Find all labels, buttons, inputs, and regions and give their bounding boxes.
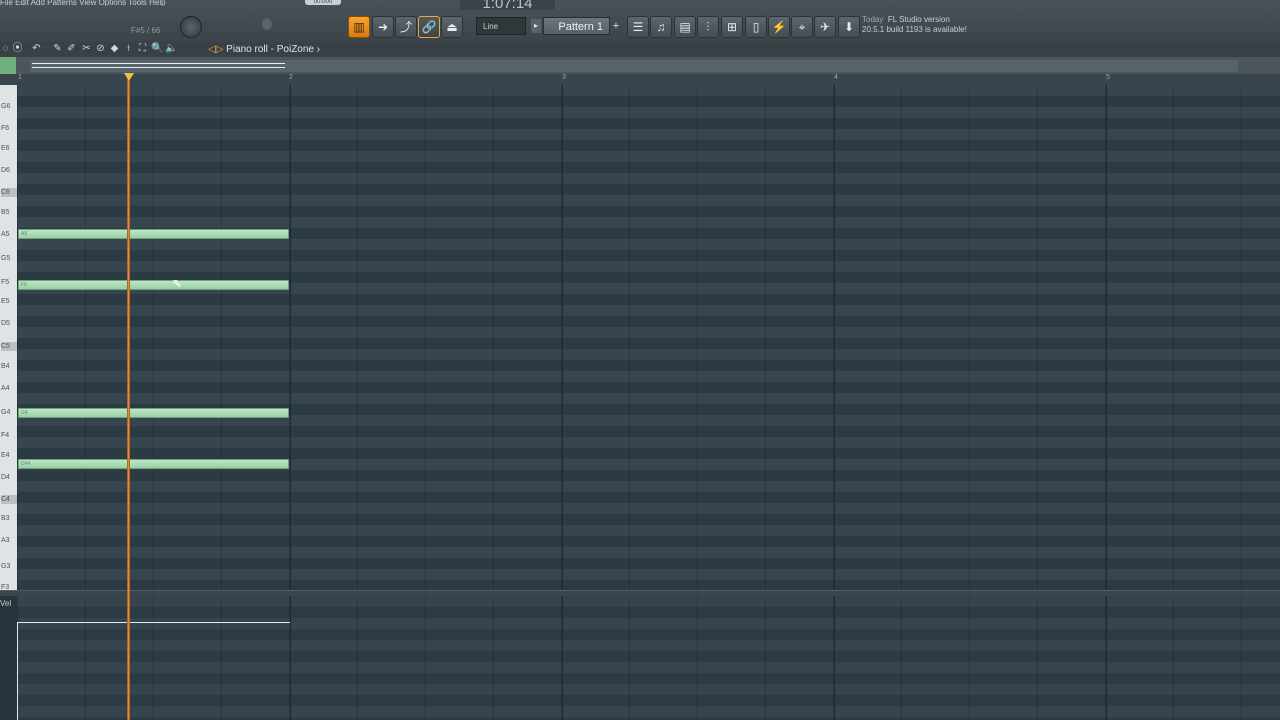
snap-selector[interactable]: Line	[476, 17, 526, 35]
master-pitch-knob[interactable]	[180, 16, 202, 38]
title-arrows-icon: ◁▷	[208, 44, 224, 55]
playhead[interactable]	[127, 73, 130, 720]
plugin-picker-icon[interactable]: ▯	[745, 16, 767, 38]
note-grid[interactable]	[17, 85, 1280, 590]
news-line-2: 20.5.1 build 1193 is available!	[862, 25, 967, 34]
slip-tool-icon[interactable]: ◆	[109, 43, 120, 55]
time-display[interactable]: 1:07:14	[460, 0, 555, 10]
key-label[interactable]: E4	[1, 451, 10, 460]
tempo-display[interactable]: 00.000	[305, 0, 341, 5]
pattern-selector[interactable]: Pattern 1	[543, 17, 610, 35]
news-line-1: FL Studio version	[887, 15, 950, 24]
key-label[interactable]: D6	[1, 166, 10, 175]
key-label[interactable]: F6	[1, 124, 9, 133]
slide-button[interactable]: ⤴	[395, 16, 417, 38]
main-menu[interactable]: File Edit Add Patterns View Options Tool…	[0, 0, 180, 6]
key-label[interactable]: B3	[1, 514, 10, 523]
broadcast-icon[interactable]: ✈	[814, 16, 836, 38]
note-label: G4	[21, 410, 28, 416]
key-label[interactable]: E6	[1, 144, 10, 153]
piano-roll-icon[interactable]: ♫	[650, 16, 672, 38]
key-label[interactable]: D5	[1, 319, 10, 328]
bar-number: 3	[562, 74, 566, 81]
note-label: F5	[21, 282, 27, 288]
key-label[interactable]: A5	[1, 230, 10, 239]
event-lane-sidebar	[0, 596, 17, 720]
key-label[interactable]: C4	[1, 495, 17, 504]
record-icon[interactable]: ⦿	[12, 43, 23, 55]
bar-line	[834, 596, 835, 720]
snap-toggle-icon[interactable]	[0, 57, 16, 75]
note-a5[interactable]: A5	[18, 229, 289, 239]
step-edit-button[interactable]: ➜	[372, 16, 394, 38]
pattern-arrow-icon[interactable]: ▸	[531, 19, 541, 33]
link-icon[interactable]: 🔗	[418, 16, 440, 38]
key-label[interactable]: G3	[1, 562, 10, 571]
key-label[interactable]: D4	[1, 473, 10, 482]
loop-ruler[interactable]	[30, 60, 1238, 72]
mute-tool-icon[interactable]: ⊘	[95, 43, 106, 55]
plug-icon[interactable]: ⚡	[768, 16, 790, 38]
key-label[interactable]: C6	[1, 188, 17, 197]
key-label[interactable]: A3	[1, 536, 10, 545]
key-label[interactable]: F4	[1, 431, 9, 440]
bar-line	[290, 85, 291, 590]
velocity-bar[interactable]	[17, 622, 290, 720]
key-label[interactable]: G5	[1, 254, 10, 263]
hint-bar: F#5 / 66	[131, 26, 161, 35]
menu-icon[interactable]: ◌	[0, 43, 11, 55]
bar-line	[562, 85, 563, 590]
note-label: A5	[21, 231, 28, 237]
piano-roll-title[interactable]: ◁▷ Piano roll - PoiZone ›	[208, 44, 320, 55]
key-label[interactable]: C5	[1, 342, 17, 351]
bar-line	[1106, 596, 1107, 720]
note-ds4[interactable]: D#4	[18, 459, 289, 469]
delete-tool-icon[interactable]: ✂	[81, 43, 92, 55]
title-chevron-icon: ›	[316, 44, 321, 55]
piano-roll-toolbar	[0, 42, 1280, 58]
bar-number: 5	[1106, 74, 1110, 81]
undo-icon[interactable]: ↶	[31, 43, 42, 55]
bar-line	[290, 596, 291, 720]
playlist-icon[interactable]: ☰	[627, 16, 649, 38]
playback-tool-icon[interactable]: 🔈	[165, 43, 177, 55]
mixer-icon[interactable]: ⫶	[697, 16, 719, 38]
browser-icon[interactable]: ⊞	[721, 16, 743, 38]
bar-ruler[interactable]	[0, 74, 1280, 85]
paint-tool-icon[interactable]: ✐	[66, 43, 77, 55]
playhead-marker-icon[interactable]	[124, 73, 134, 81]
download-icon[interactable]: ⬇	[838, 16, 860, 38]
key-label[interactable]: B4	[1, 362, 10, 371]
note-f5[interactable]: F5	[18, 280, 289, 290]
master-volume-knob[interactable]	[262, 18, 272, 30]
key-label[interactable]: G6	[1, 102, 10, 111]
news-title: Today	[862, 15, 884, 24]
bar-line	[834, 85, 835, 590]
slice-tool-icon[interactable]: ⟊	[123, 43, 134, 55]
key-label[interactable]: A4	[1, 384, 10, 393]
metronome-icon[interactable]: ⏏	[441, 16, 463, 38]
key-label[interactable]: B5	[1, 208, 10, 217]
news-panel[interactable]: Today FL Studio version 20.5.1 build 119…	[862, 15, 980, 37]
mouse-cursor-icon: ⬉	[172, 276, 183, 290]
key-label[interactable]: F5	[1, 278, 9, 287]
pattern-song-toggle[interactable]: ▥	[348, 16, 370, 38]
key-label[interactable]: E5	[1, 297, 10, 306]
bar-number: 1	[18, 74, 22, 81]
bar-line	[1106, 85, 1107, 590]
select-tool-icon[interactable]: ⛶	[137, 43, 148, 55]
event-lane-label[interactable]: Vel	[0, 599, 11, 608]
bar-line	[562, 596, 563, 720]
piano-roll-title-text: Piano roll - PoiZone	[226, 44, 314, 55]
note-g4[interactable]: G4	[18, 408, 289, 418]
add-pattern-button[interactable]: +	[611, 18, 621, 34]
key-label[interactable]: G4	[1, 408, 10, 417]
bar-number: 4	[834, 74, 838, 81]
bar-number: 2	[289, 74, 293, 81]
tempo-tap-icon[interactable]: ⌖	[791, 16, 813, 38]
channel-rack-icon[interactable]: ▤	[674, 16, 696, 38]
zoom-tool-icon[interactable]: 🔍	[151, 43, 163, 55]
draw-tool-icon[interactable]: ✎	[52, 43, 63, 55]
note-label: D#4	[21, 461, 31, 467]
